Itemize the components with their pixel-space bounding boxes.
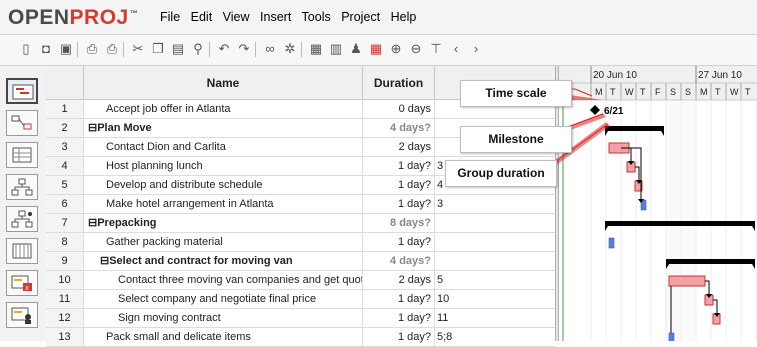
time-scale-leader-fill xyxy=(570,95,603,100)
time-scale-leader xyxy=(570,88,593,97)
group-duration-callout: Group duration xyxy=(445,160,557,187)
time-scale-callout: Time scale xyxy=(460,80,572,107)
callout-leaders xyxy=(554,88,610,166)
milestone-callout: Milestone xyxy=(460,126,572,153)
